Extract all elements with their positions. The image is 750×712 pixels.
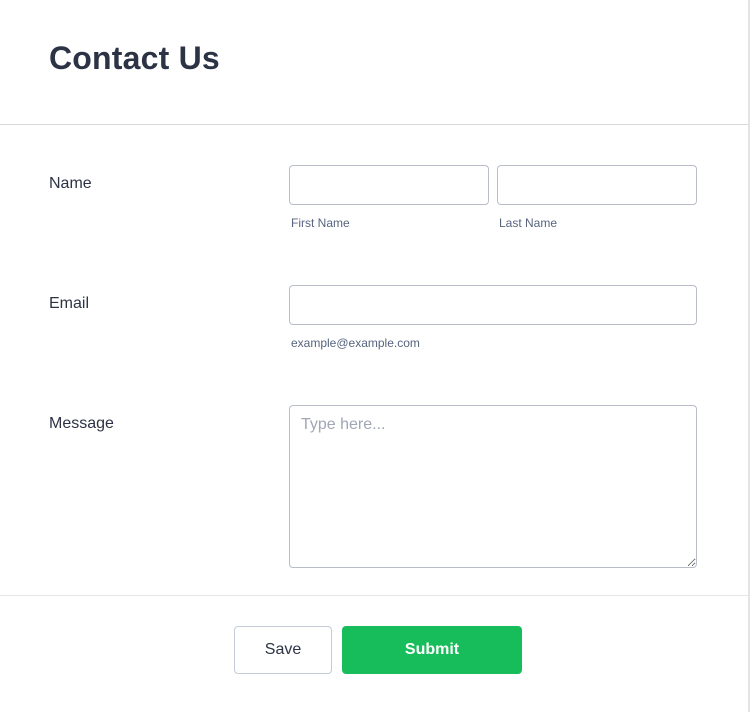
save-button[interactable]: Save [234,626,332,674]
first-name-sublabel: First Name [291,216,350,230]
email-input[interactable] [289,285,697,325]
form-container: Contact Us Name First Name Last Name Ema… [0,0,750,712]
message-label: Message [49,415,114,432]
submit-button[interactable]: Submit [342,626,522,674]
name-label: Name [49,175,92,192]
email-sublabel: example@example.com [291,336,420,350]
last-name-input[interactable] [497,165,697,205]
last-name-sublabel: Last Name [499,216,558,230]
email-label: Email [49,295,90,312]
form-header: Contact Us [0,0,748,125]
message-textarea[interactable] [289,405,697,568]
footer-divider [0,595,748,596]
first-name-input[interactable] [289,165,489,205]
page-title: Contact Us [49,40,220,76]
